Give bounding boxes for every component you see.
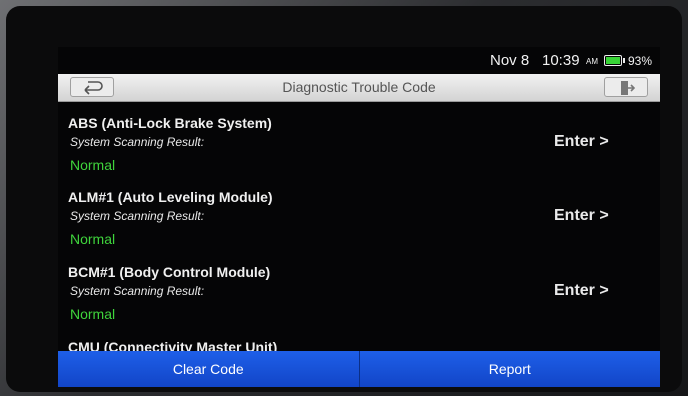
battery-percent: 93% [628, 54, 653, 68]
status-time: 10:39 [542, 52, 580, 69]
screen: Nov 8 10:39 AM 93% Diagnostic Trouble Co… [58, 47, 660, 387]
exit-button[interactable] [604, 77, 648, 97]
system-item-alm[interactable]: ALM#1 (Auto Leveling Module) System Scan… [58, 177, 660, 251]
enter-button[interactable]: Enter > [554, 282, 609, 300]
enter-button[interactable]: Enter > [554, 207, 609, 225]
exit-icon [621, 81, 635, 95]
system-name: BCM#1 (Body Control Module) [68, 264, 271, 280]
scan-result-status: Normal [70, 157, 116, 173]
scan-result-label: System Scanning Result: [70, 284, 205, 298]
scan-result-label: System Scanning Result: [70, 209, 205, 223]
system-item-bcm[interactable]: BCM#1 (Body Control Module) System Scann… [58, 252, 660, 326]
page-title: Diagnostic Trouble Code [282, 79, 436, 95]
system-item-cmu[interactable]: CMU (Connectivity Master Unit) [58, 327, 660, 351]
scan-result-status: Normal [70, 306, 116, 322]
system-name: ALM#1 (Auto Leveling Module) [68, 189, 273, 205]
status-bar: Nov 8 10:39 AM 93% [58, 47, 660, 73]
action-bar: Clear Code Report [58, 351, 660, 387]
system-name: CMU (Connectivity Master Unit) [68, 339, 278, 351]
system-list: ABS (Anti-Lock Brake System) System Scan… [58, 103, 660, 351]
battery-icon [604, 55, 625, 66]
system-name: ABS (Anti-Lock Brake System) [68, 115, 272, 131]
system-item-abs[interactable]: ABS (Anti-Lock Brake System) System Scan… [58, 103, 660, 177]
device-frame: Nov 8 10:39 AM 93% Diagnostic Trouble Co… [6, 6, 682, 392]
title-bar: Diagnostic Trouble Code [58, 74, 660, 102]
status-date: Nov 8 [490, 52, 530, 69]
scan-result-status: Normal [70, 231, 116, 247]
enter-button[interactable]: Enter > [554, 133, 609, 151]
report-button[interactable]: Report [358, 351, 660, 387]
clear-code-button[interactable]: Clear Code [58, 351, 359, 387]
scan-result-label: System Scanning Result: [70, 135, 205, 149]
status-ampm: AM [586, 57, 598, 66]
